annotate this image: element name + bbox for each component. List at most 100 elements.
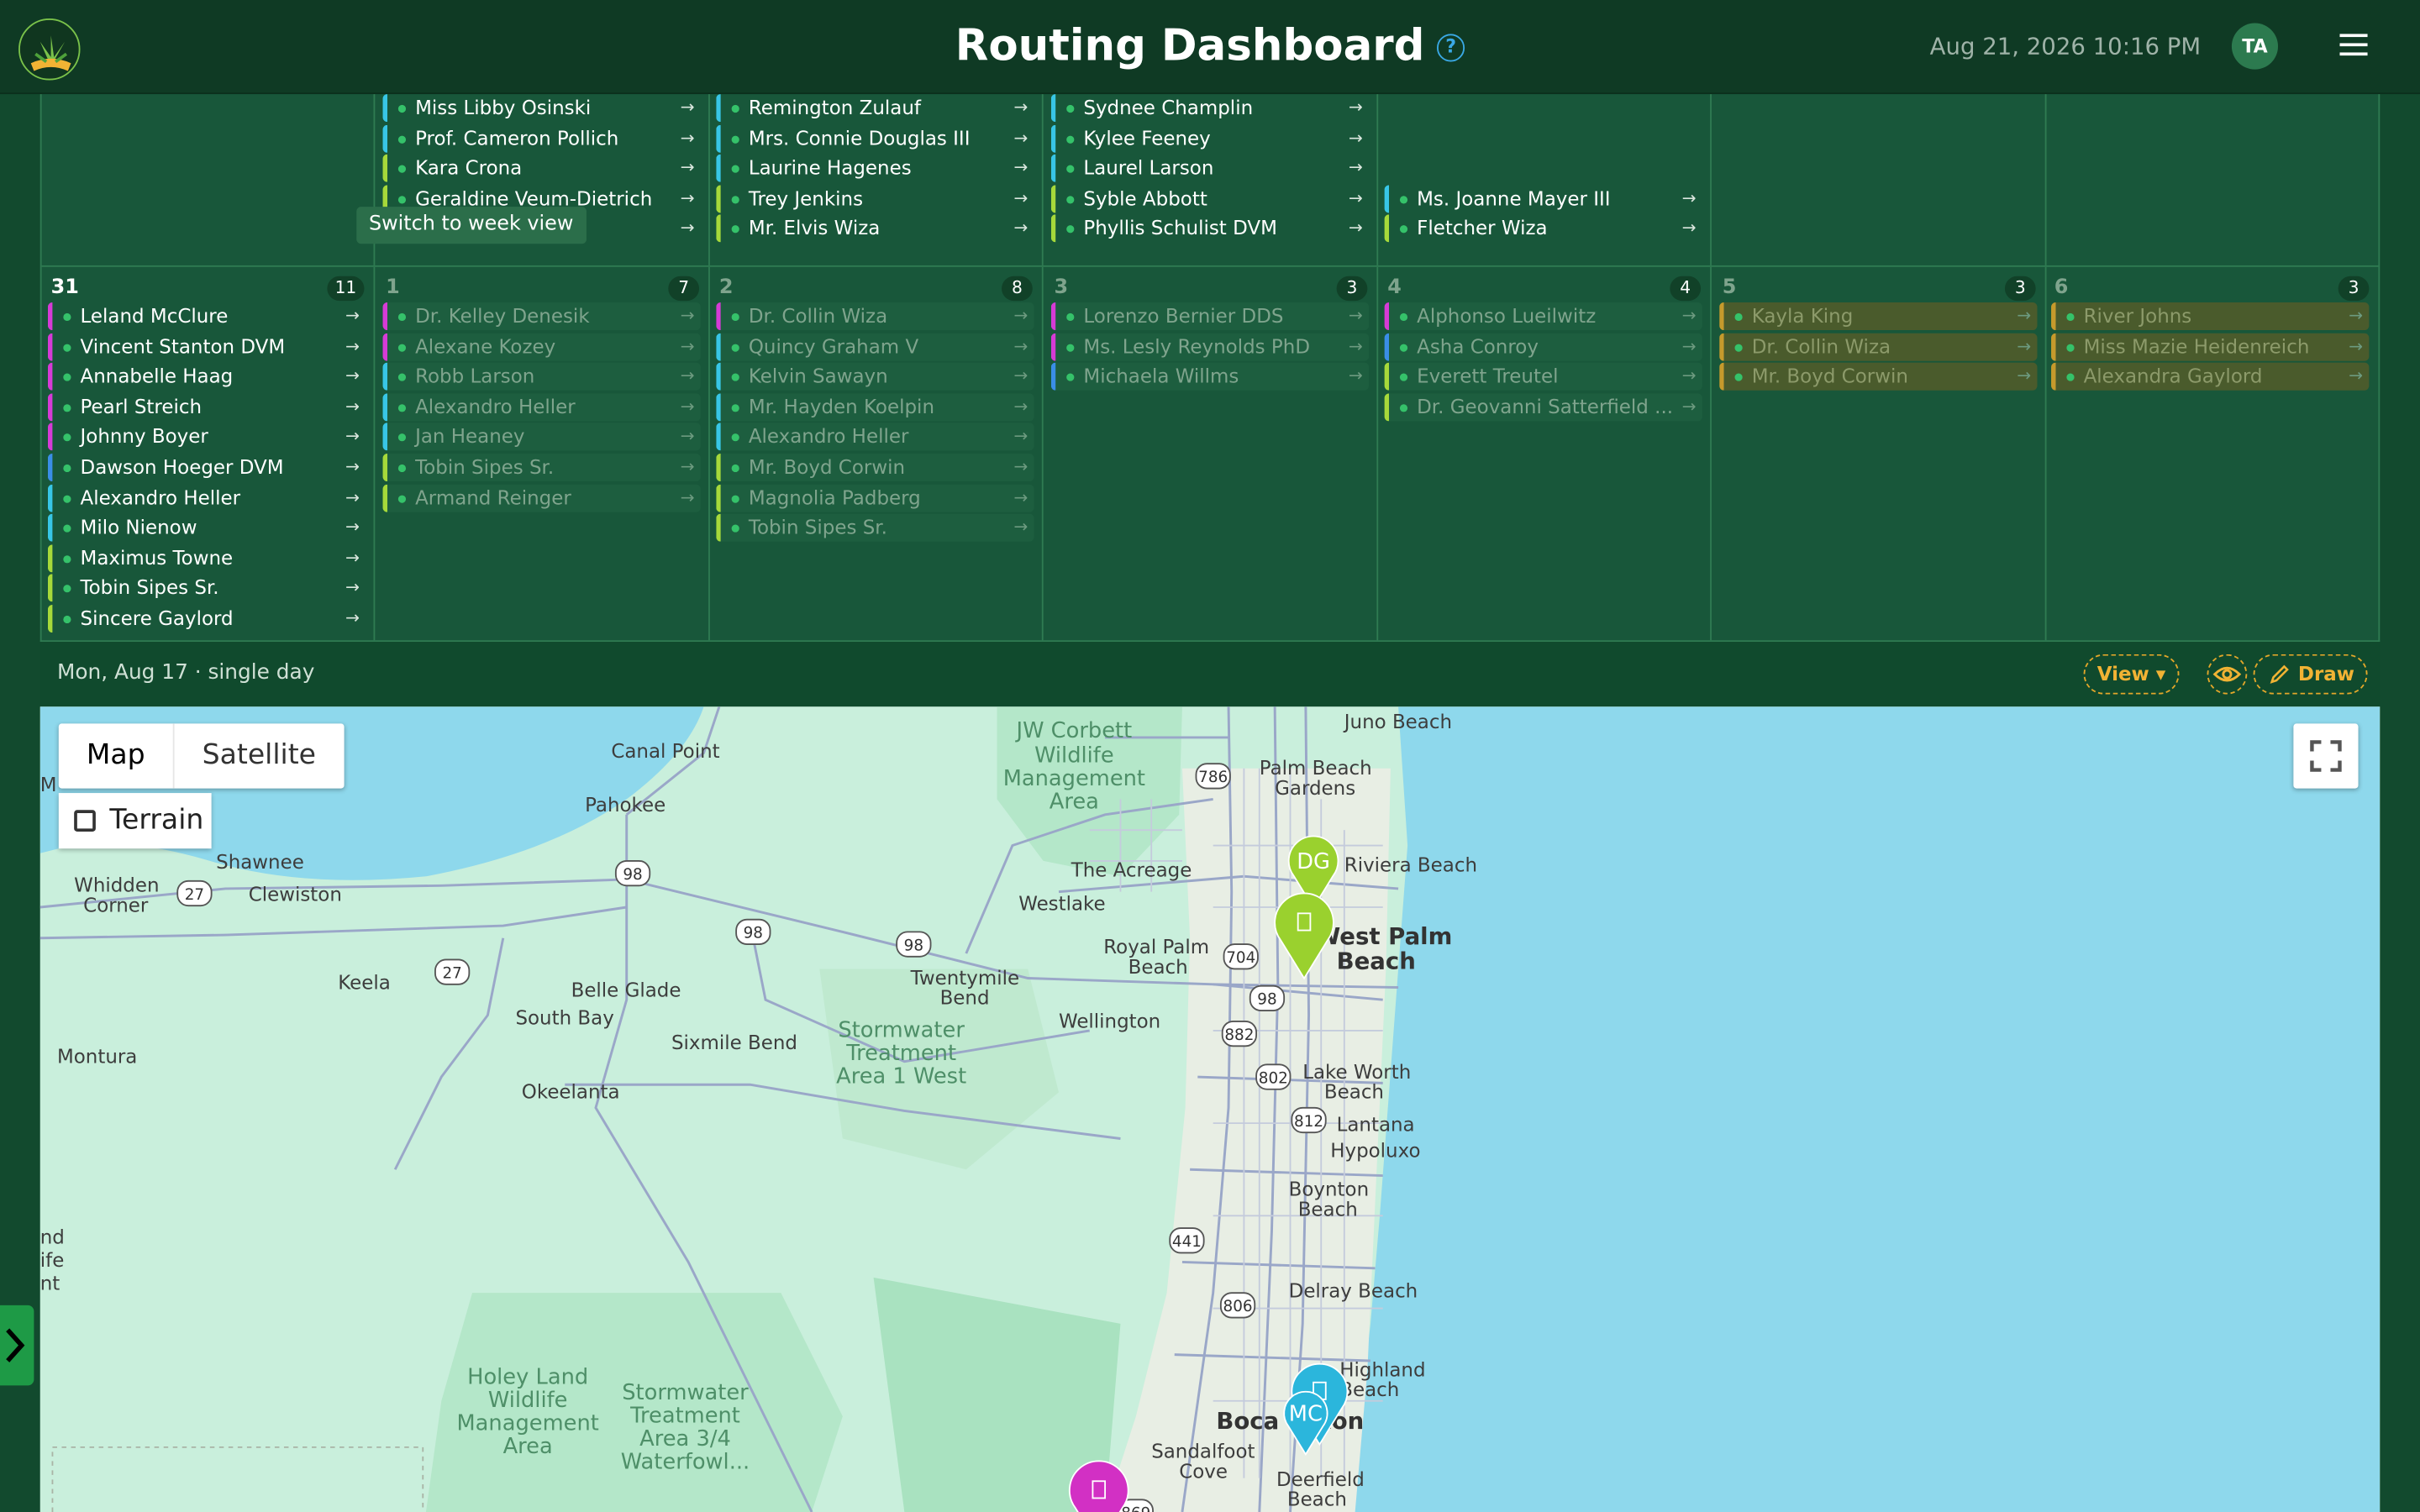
calendar-entry[interactable]: Magnolia Padberg →: [716, 483, 1034, 512]
calendar-entry[interactable]: Alexane Kozey →: [382, 332, 701, 361]
calendar-entry[interactable]: Fletcher Wiza →: [1384, 215, 1702, 244]
arrow-right-icon[interactable]: →: [1013, 423, 1028, 451]
arrow-right-icon[interactable]: →: [1682, 302, 1697, 330]
arrow-right-icon[interactable]: →: [345, 393, 360, 421]
calendar-entry[interactable]: Mr. Boyd Corwin →: [1719, 362, 2038, 391]
calendar-entry[interactable]: Ms. Lesly Reynolds PhD →: [1050, 332, 1370, 361]
arrow-right-icon[interactable]: →: [681, 333, 695, 360]
calendar-entry[interactable]: Tobin Sipes Sr. →: [382, 454, 701, 482]
calendar-entry[interactable]: Dr. Collin Wiza →: [716, 302, 1034, 331]
arrow-right-icon[interactable]: →: [1349, 215, 1363, 243]
arrow-right-icon[interactable]: →: [2017, 333, 2031, 360]
arrow-right-icon[interactable]: →: [681, 363, 695, 391]
arrow-right-icon[interactable]: →: [345, 514, 360, 542]
calendar-entry[interactable]: Maximus Towne →: [47, 543, 366, 573]
visibility-toggle-button[interactable]: [2207, 654, 2248, 695]
sidebar-toggle-button[interactable]: [0, 1305, 34, 1386]
arrow-right-icon[interactable]: →: [681, 124, 695, 152]
calendar-entry[interactable]: Mr. Hayden Koelpin →: [716, 392, 1034, 422]
arrow-right-icon[interactable]: →: [681, 454, 695, 481]
calendar-entry[interactable]: Mr. Elvis Wiza →: [716, 215, 1034, 244]
calendar-entry[interactable]: Phyllis Schulist DVM →: [1050, 215, 1369, 244]
arrow-right-icon[interactable]: →: [681, 155, 695, 182]
arrow-right-icon[interactable]: →: [345, 544, 360, 572]
calendar-entry[interactable]: Vincent Stanton DVM →: [47, 332, 366, 361]
arrow-right-icon[interactable]: →: [2017, 363, 2031, 391]
calendar-entry[interactable]: Milo Nienow →: [47, 513, 366, 543]
arrow-right-icon[interactable]: →: [2349, 302, 2363, 330]
calendar-entry[interactable]: Dr. Collin Wiza →: [1719, 332, 2038, 361]
arrow-right-icon[interactable]: →: [2349, 363, 2363, 391]
arrow-right-icon[interactable]: →: [345, 423, 360, 451]
fullscreen-button[interactable]: [2293, 723, 2359, 789]
calendar-entry[interactable]: Quincy Graham V →: [716, 332, 1034, 361]
arrow-right-icon[interactable]: →: [345, 363, 360, 391]
arrow-right-icon[interactable]: →: [345, 454, 360, 481]
calendar-entry[interactable]: Laurel Larson →: [1050, 155, 1369, 183]
calendar-entry[interactable]: Kelvin Sawayn →: [716, 362, 1034, 391]
calendar-entry[interactable]: Tobin Sipes Sr. →: [47, 574, 366, 603]
calendar-entry[interactable]: Dr. Geovanni Satterfield ... →: [1384, 392, 1702, 422]
calendar-entry[interactable]: Kara Crona →: [382, 155, 701, 183]
calendar-entry[interactable]: Robb Larson →: [382, 362, 701, 391]
map-tab[interactable]: Map: [59, 723, 173, 788]
arrow-right-icon[interactable]: →: [345, 575, 360, 602]
arrow-right-icon[interactable]: →: [2017, 302, 2031, 330]
satellite-tab[interactable]: Satellite: [172, 723, 344, 789]
route-marker-pin-icon[interactable]: [1068, 1460, 1129, 1512]
calendar-day-cell[interactable]: 3 3 Lorenzo Bernier DDS → Ms. Lesly Reynolds…: [1044, 266, 1379, 641]
arrow-right-icon[interactable]: →: [1682, 333, 1697, 360]
calendar-entry[interactable]: Laurine Hagenes →: [716, 155, 1034, 183]
calendar-entry[interactable]: Pearl Streich →: [47, 392, 366, 422]
map-view[interactable]: 786989898272770498882802812441806869 Jun…: [39, 706, 2381, 1512]
arrow-right-icon[interactable]: →: [2349, 333, 2363, 360]
terrain-checkbox[interactable]: Terrain: [58, 793, 212, 849]
arrow-right-icon[interactable]: →: [1349, 124, 1363, 152]
calendar-day-cell[interactable]: 4 4 Alphonso Lueilwitz → Asha Conroy → Everett…: [1378, 266, 1712, 641]
arrow-right-icon[interactable]: →: [1349, 155, 1363, 182]
arrow-right-icon[interactable]: →: [1013, 185, 1028, 213]
calendar-day-cell[interactable]: 2 8 Dr. Collin Wiza → Quincy Graham V → Kelvin…: [710, 266, 1044, 641]
calendar-entry[interactable]: Michaela Willms →: [1050, 362, 1370, 391]
arrow-right-icon[interactable]: →: [1013, 215, 1028, 243]
calendar-entry[interactable]: Armand Reinger →: [382, 483, 701, 512]
arrow-right-icon[interactable]: →: [681, 185, 695, 213]
calendar-entry[interactable]: Miss Libby Osinski →: [382, 94, 701, 123]
calendar-entry[interactable]: Tobin Sipes Sr. →: [716, 513, 1034, 543]
arrow-right-icon[interactable]: →: [681, 484, 695, 512]
arrow-right-icon[interactable]: →: [1349, 94, 1363, 122]
calendar-entry[interactable]: Miss Mazie Heidenreich →: [2051, 332, 2370, 361]
calendar-entry[interactable]: Annabelle Haag →: [47, 362, 366, 391]
arrow-right-icon[interactable]: →: [345, 484, 360, 512]
arrow-right-icon[interactable]: →: [1013, 124, 1028, 152]
arrow-right-icon[interactable]: →: [1013, 333, 1028, 360]
calendar-day-cell[interactable]: 1 7 Dr. Kelley Denesik → Alexane Kozey → Robb …: [376, 266, 710, 641]
calendar-day-cell[interactable]: 6 3 River Johns → Miss Mazie Heidenreich → Ale…: [2045, 267, 2379, 640]
arrow-right-icon[interactable]: →: [1349, 302, 1363, 330]
view-dropdown-button[interactable]: View ▾: [2083, 654, 2180, 695]
calendar-entry[interactable]: Trey Jenkins →: [716, 185, 1034, 213]
avatar[interactable]: TA: [2231, 23, 2279, 70]
calendar-entry[interactable]: Leland McClure →: [47, 302, 366, 331]
calendar-entry[interactable]: Lorenzo Bernier DDS →: [1050, 302, 1370, 331]
calendar-entry[interactable]: Sincere Gaylord →: [47, 605, 366, 633]
arrow-right-icon[interactable]: →: [1013, 94, 1028, 122]
arrow-right-icon[interactable]: →: [681, 94, 695, 122]
arrow-right-icon[interactable]: →: [1349, 185, 1363, 213]
calendar-entry[interactable]: Syble Abbott →: [1050, 185, 1369, 213]
arrow-right-icon[interactable]: →: [1682, 363, 1697, 391]
calendar-entry[interactable]: Ms. Joanne Mayer III →: [1384, 185, 1702, 213]
calendar-entry[interactable]: Asha Conroy →: [1384, 332, 1702, 361]
arrow-right-icon[interactable]: →: [1013, 454, 1028, 481]
calendar-entry[interactable]: Johnny Boyer →: [47, 423, 366, 452]
calendar-entry[interactable]: Alexandra Gaylord →: [2051, 362, 2370, 391]
arrow-right-icon[interactable]: →: [1013, 363, 1028, 391]
arrow-right-icon[interactable]: →: [1013, 514, 1028, 542]
calendar-entry[interactable]: Kylee Feeney →: [1050, 124, 1369, 153]
hamburger-menu-icon[interactable]: [2339, 34, 2368, 56]
arrow-right-icon[interactable]: →: [345, 302, 360, 330]
arrow-right-icon[interactable]: →: [345, 333, 360, 360]
arrow-right-icon[interactable]: →: [345, 605, 360, 633]
calendar-entry[interactable]: Mrs. Connie Douglas III →: [716, 124, 1034, 153]
arrow-right-icon[interactable]: →: [1013, 302, 1028, 330]
